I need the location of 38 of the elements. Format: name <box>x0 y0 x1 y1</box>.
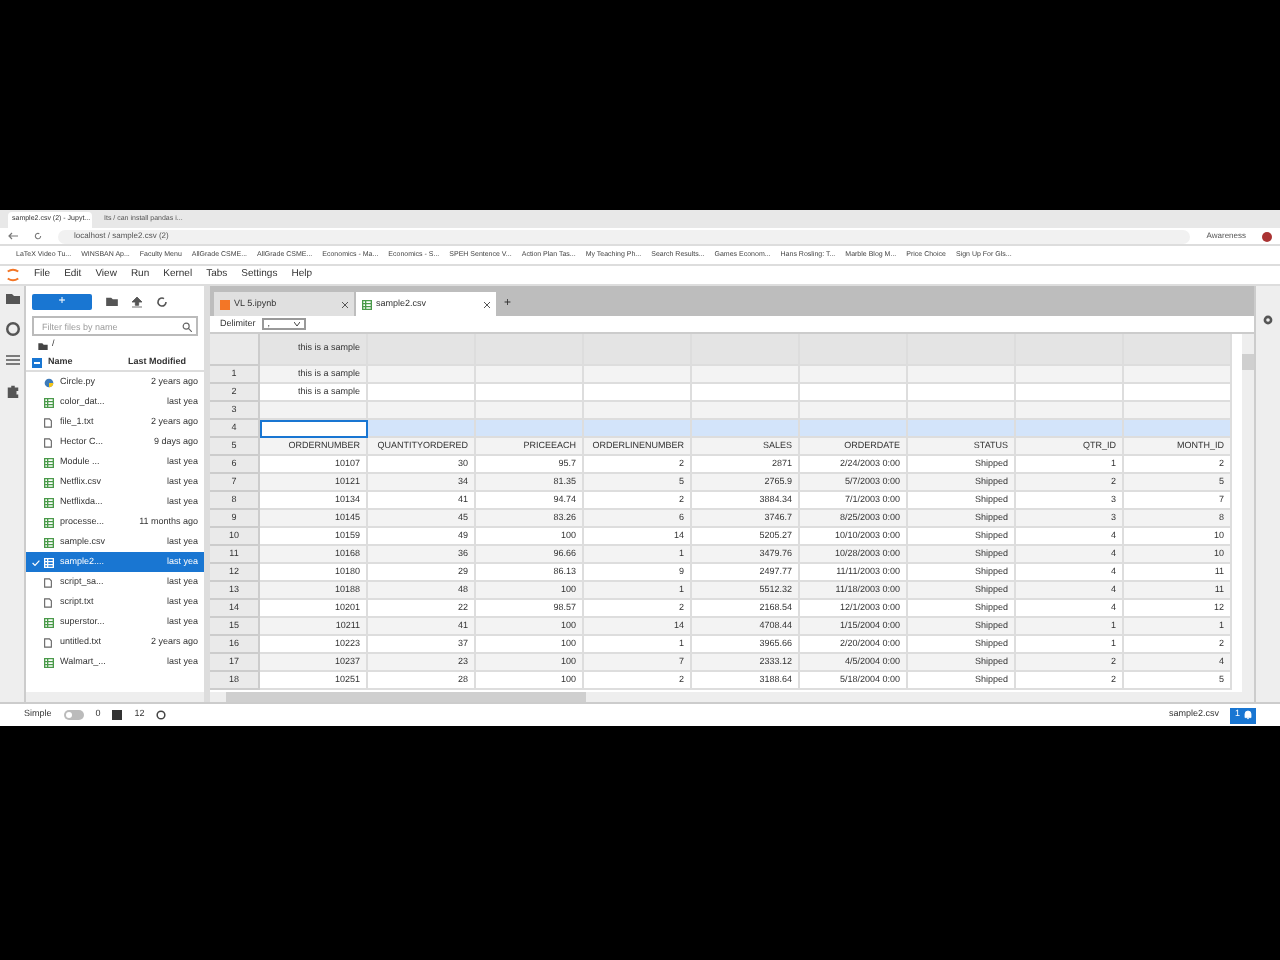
notebook-icon <box>220 299 230 309</box>
close-icon[interactable] <box>342 301 348 307</box>
scroll-thumb[interactable] <box>226 692 586 702</box>
caret-icon <box>293 322 300 326</box>
list-icon[interactable] <box>5 354 19 366</box>
file-icon <box>44 637 52 647</box>
spreadsheet-icon <box>44 537 54 547</box>
back-arrow-icon[interactable] <box>8 232 18 240</box>
spreadsheet-icon <box>44 477 54 487</box>
app-logo-icon <box>6 268 20 282</box>
folder-icon[interactable] <box>5 292 19 304</box>
bell-icon <box>1244 710 1252 720</box>
spreadsheet-icon <box>44 497 54 507</box>
spreadsheet-icon <box>44 557 54 567</box>
spreadsheet-icon <box>362 299 372 309</box>
close-icon[interactable] <box>484 301 490 307</box>
upload-icon[interactable] <box>132 295 142 307</box>
spreadsheet-icon <box>44 617 54 627</box>
reload-icon[interactable] <box>34 232 42 240</box>
settings-icon[interactable] <box>156 710 167 720</box>
table-cell[interactable] <box>260 420 368 438</box>
profile-avatar-icon[interactable] <box>1262 231 1272 241</box>
search-icon <box>182 321 192 331</box>
python-file-icon <box>44 377 54 387</box>
spreadsheet-icon <box>44 457 54 467</box>
new-folder-icon[interactable] <box>106 296 118 306</box>
folder-icon <box>38 341 48 349</box>
terminal-icon <box>112 710 123 720</box>
spreadsheet-icon <box>44 397 54 407</box>
checkmark-icon <box>32 559 40 565</box>
spreadsheet-icon <box>44 657 54 667</box>
select-all-checkbox[interactable] <box>32 357 42 367</box>
spreadsheet-icon <box>44 517 54 527</box>
simple-mode-toggle[interactable] <box>63 710 84 720</box>
puzzle-icon[interactable] <box>5 384 19 398</box>
scroll-thumb[interactable] <box>1242 354 1254 370</box>
refresh-icon[interactable] <box>156 295 168 307</box>
settings-icon[interactable] <box>1262 314 1274 326</box>
